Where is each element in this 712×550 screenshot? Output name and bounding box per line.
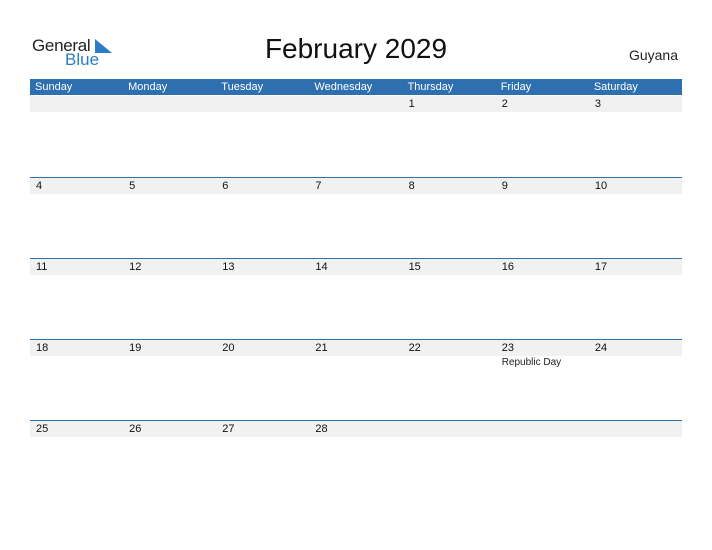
day-cell: 13 <box>222 261 235 273</box>
day-cell: 25 <box>36 423 49 435</box>
day-cell: 9 <box>501 180 508 192</box>
event-row <box>30 275 682 276</box>
event-cell <box>403 275 496 276</box>
day-cell: 16 <box>501 261 514 273</box>
event-cell <box>309 194 402 195</box>
weekday-tuesday: Tuesday <box>221 81 264 93</box>
country-label: Guyana <box>628 47 678 63</box>
day-cell: 10 <box>594 180 608 192</box>
event-cell <box>589 112 682 113</box>
day-cell: 11 <box>36 261 48 273</box>
event-cell <box>403 112 496 113</box>
event-row <box>30 437 682 438</box>
day-cell: 8 <box>408 180 415 192</box>
event-cell <box>309 437 402 438</box>
event-cell <box>496 437 589 438</box>
week-row-3: 11 12 13 14 15 16 17 <box>30 258 682 340</box>
event-cell <box>30 275 123 276</box>
day-cell: 17 <box>594 261 608 273</box>
date-row: 4 5 6 7 8 9 10 <box>30 178 682 194</box>
day-cell: 27 <box>222 423 235 435</box>
event-cell <box>123 275 216 276</box>
day-cell <box>216 96 309 112</box>
event-cell <box>496 275 589 276</box>
week-row-5: 25 26 27 28 <box>30 420 682 502</box>
event-cell <box>403 356 496 368</box>
day-cell: 26 <box>129 423 142 435</box>
day-cell <box>403 421 496 437</box>
event-cell <box>30 194 123 195</box>
day-cell: 6 <box>222 180 229 192</box>
event-cell <box>216 437 309 438</box>
event-cell <box>123 112 216 113</box>
day-cell: 18 <box>36 342 49 354</box>
event-cell <box>216 275 309 276</box>
event-cell <box>589 437 682 438</box>
event-cell <box>309 356 402 368</box>
day-cell <box>30 96 123 112</box>
date-row: 18 19 20 21 22 23 24 <box>30 340 682 356</box>
event-cell <box>403 437 496 438</box>
day-cell: 3 <box>594 98 601 110</box>
week-row-4: 18 19 20 21 22 23 24 Republic Day <box>30 339 682 421</box>
event-row <box>30 112 682 113</box>
event-cell <box>496 194 589 195</box>
calendar-title: February 2029 <box>264 33 448 64</box>
day-cell: 2 <box>501 98 508 110</box>
day-cell: 5 <box>129 180 136 192</box>
day-cell: 21 <box>315 342 328 354</box>
event-cell <box>216 356 309 368</box>
day-cell <box>496 421 589 437</box>
weekday-header: Sunday Monday Tuesday Wednesday Thursday… <box>30 79 682 95</box>
day-cell: 20 <box>222 342 235 354</box>
event-cell <box>309 275 402 276</box>
day-cell: 23 <box>501 342 514 354</box>
event-cell <box>496 112 589 113</box>
day-cell: 22 <box>408 342 421 354</box>
day-cell: 15 <box>408 261 421 273</box>
event-cell <box>123 437 216 438</box>
weekday-saturday: Saturday <box>593 81 638 93</box>
day-cell: 24 <box>594 342 608 354</box>
day-cell: 1 <box>408 98 415 110</box>
day-cell <box>123 96 216 112</box>
event-cell <box>30 112 123 113</box>
event-cell <box>123 194 216 195</box>
week-row-1: 1 2 3 <box>30 96 682 177</box>
day-cell: 4 <box>36 180 43 192</box>
week-row-2: 4 5 6 7 8 9 10 <box>30 177 682 259</box>
event-cell <box>216 112 309 113</box>
day-cell <box>589 421 682 437</box>
event-cell <box>589 194 682 195</box>
event-cell <box>403 194 496 195</box>
event-row: Republic Day <box>30 356 682 368</box>
holiday-republic-day: Republic Day <box>501 357 562 368</box>
event-cell <box>309 112 402 113</box>
event-cell <box>30 437 123 438</box>
date-row: 11 12 13 14 15 16 17 <box>30 259 682 275</box>
weekday-wednesday: Wednesday <box>314 81 373 93</box>
date-row: 25 26 27 28 <box>30 421 682 437</box>
event-cell <box>589 356 682 368</box>
event-row <box>30 194 682 195</box>
day-cell: 19 <box>129 342 142 354</box>
day-cell: 14 <box>315 261 328 273</box>
day-cell: 28 <box>315 423 328 435</box>
weekday-thursday: Thursday <box>407 81 454 93</box>
date-row: 1 2 3 <box>30 96 682 112</box>
day-cell: 12 <box>129 261 142 273</box>
event-cell <box>123 356 216 368</box>
weekday-friday: Friday <box>500 81 532 93</box>
event-cell <box>589 275 682 276</box>
day-cell: 7 <box>315 180 322 192</box>
day-cell <box>309 96 402 112</box>
weekday-sunday: Sunday <box>35 81 73 93</box>
weekday-monday: Monday <box>128 81 168 93</box>
event-cell <box>216 194 309 195</box>
event-cell <box>30 356 123 368</box>
